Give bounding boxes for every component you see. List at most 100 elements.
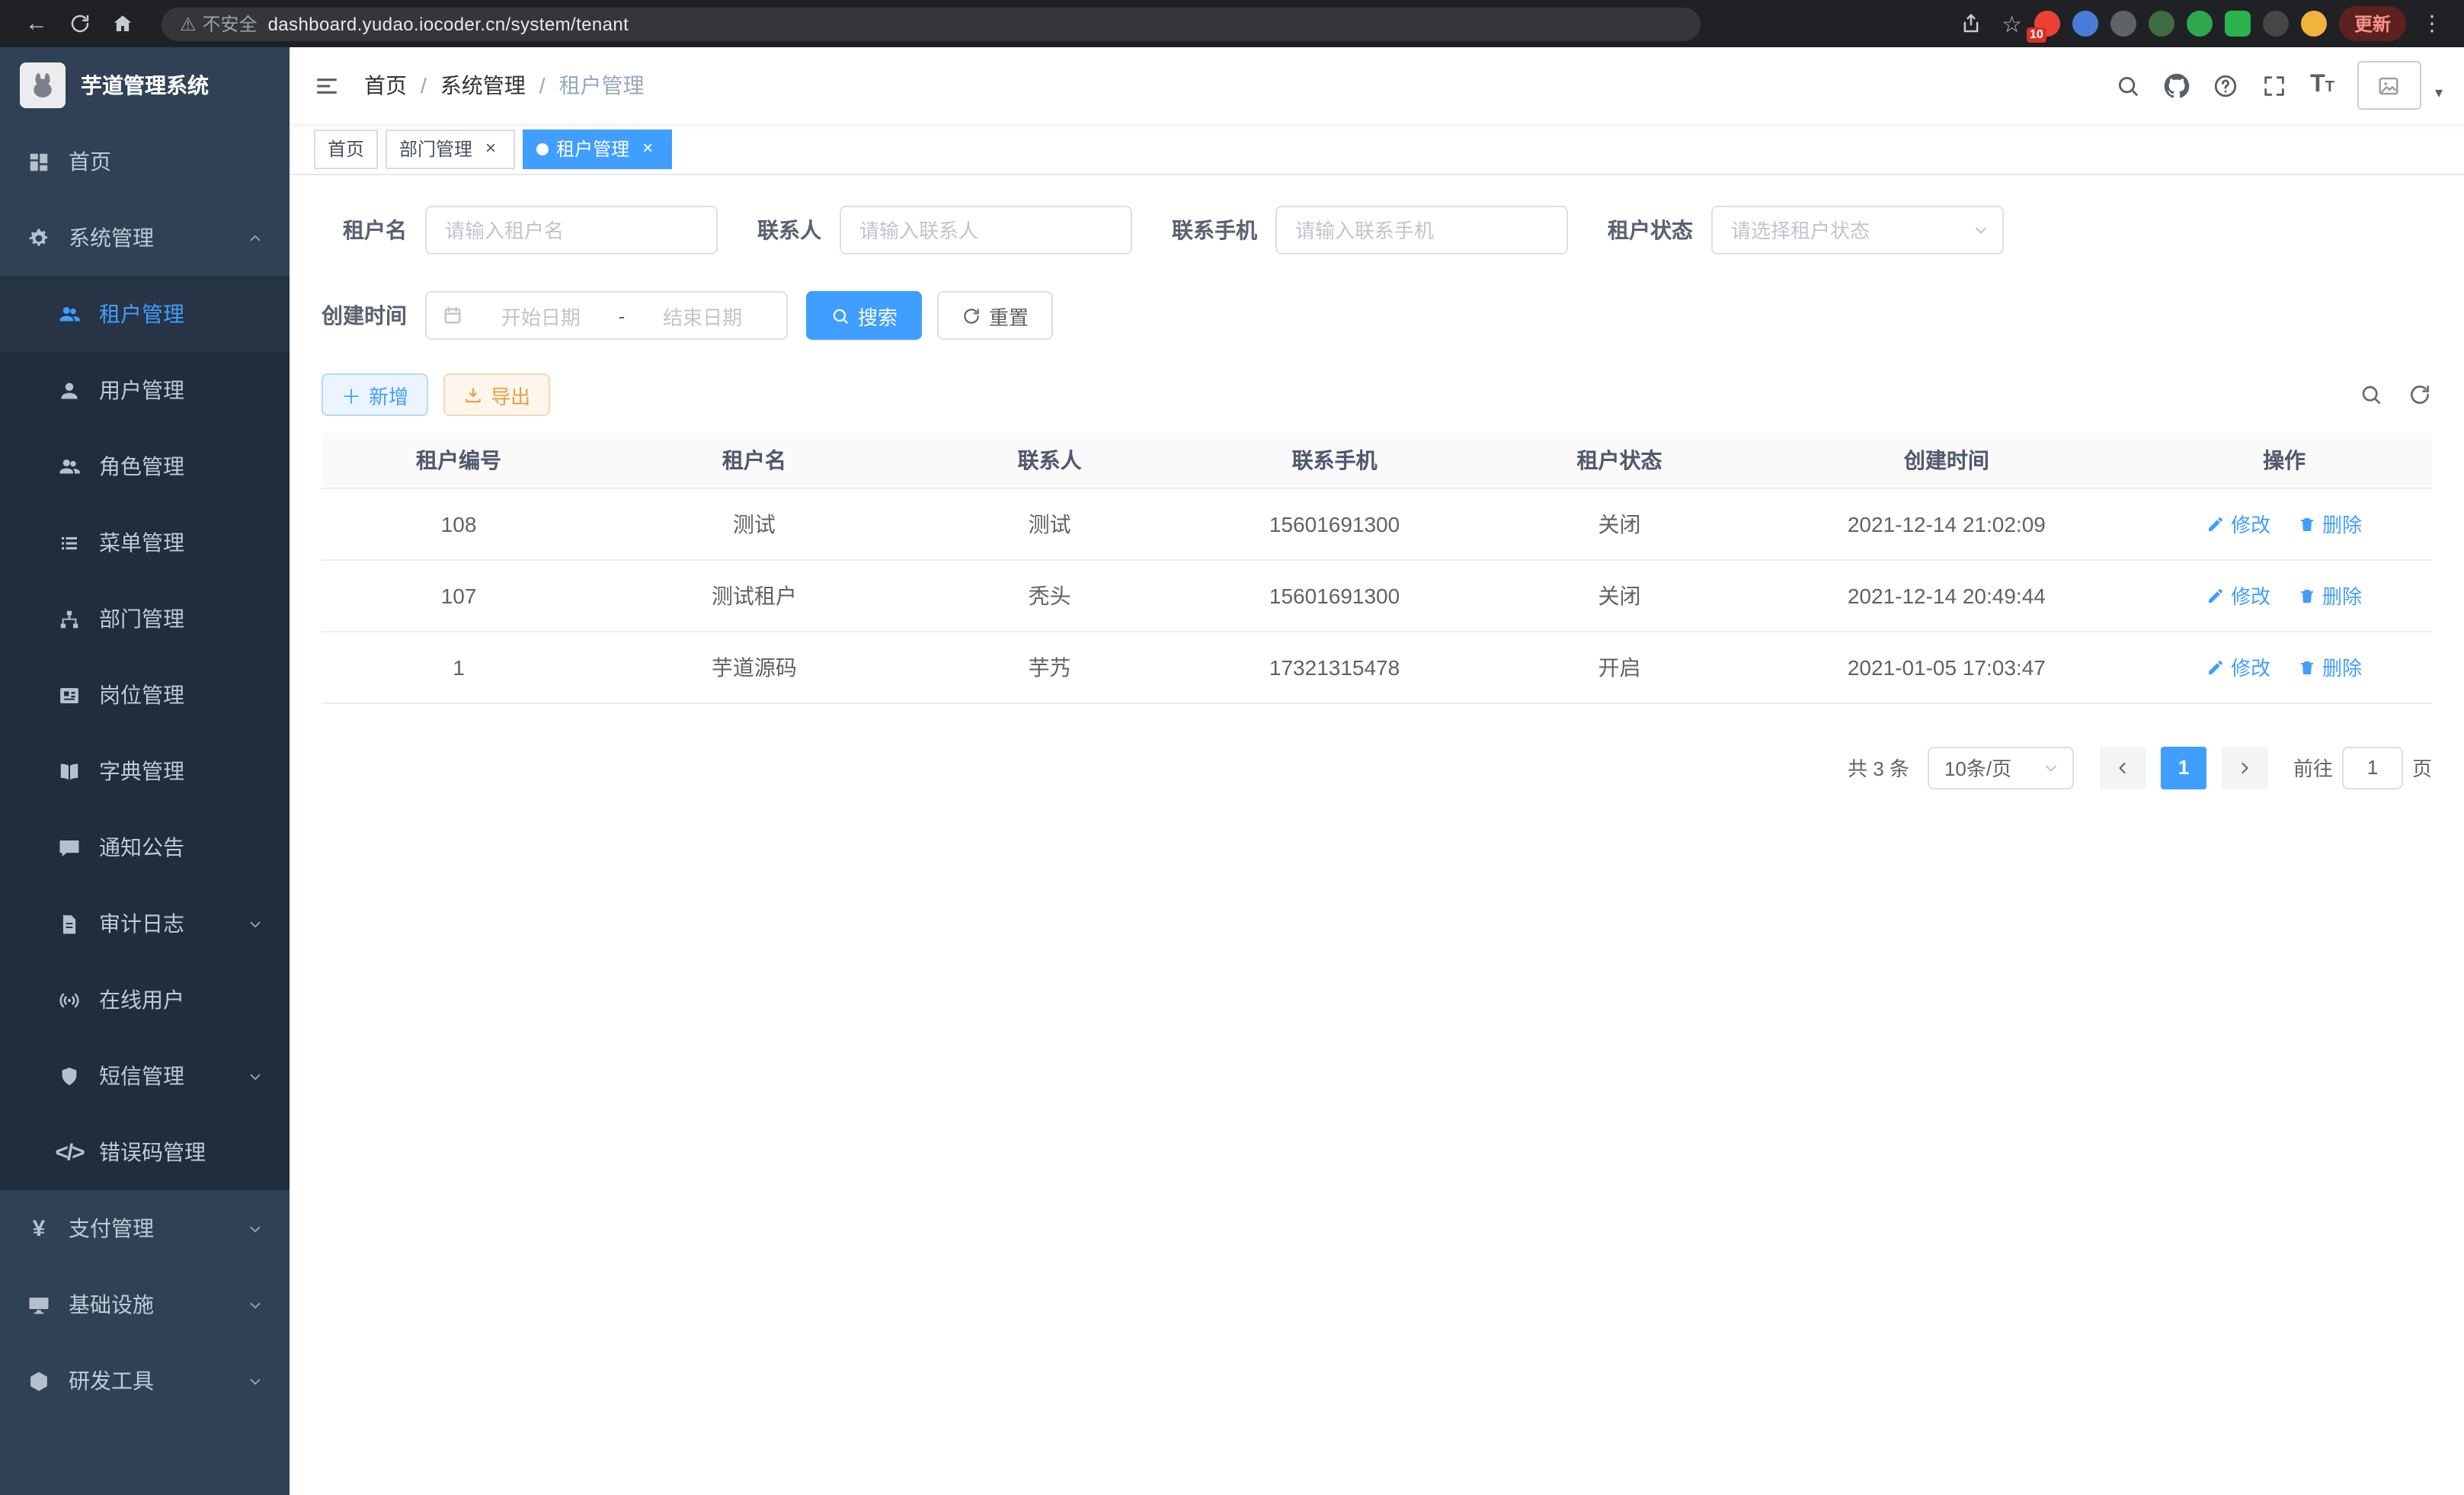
- fullscreen-icon[interactable]: [2261, 72, 2287, 98]
- page-content: 租户名 联系人 联系手机 租户状态: [290, 175, 2464, 1495]
- sidebar-item-audit-log[interactable]: 审计日志: [0, 885, 290, 962]
- search-icon[interactable]: [2115, 72, 2141, 98]
- extension-icon-5[interactable]: [2187, 11, 2213, 37]
- infra-monitor-icon: [26, 1293, 52, 1316]
- sidebar-item-menu[interactable]: 菜单管理: [0, 504, 290, 581]
- close-icon[interactable]: ×: [637, 138, 658, 159]
- user-avatar[interactable]: [2357, 61, 2421, 110]
- extension-icon-4[interactable]: [2149, 11, 2174, 37]
- delete-link[interactable]: 删除: [2298, 509, 2362, 538]
- sidebar-item-role[interactable]: 角色管理: [0, 428, 290, 504]
- tag-label: 部门管理: [399, 136, 472, 162]
- github-icon[interactable]: [2164, 72, 2190, 98]
- delete-label: 删除: [2322, 581, 2362, 610]
- address-bar[interactable]: ⚠不安全 dashboard.yudao.iocoder.cn/system/t…: [162, 7, 1701, 40]
- date-end-placeholder[interactable]: 结束日期: [634, 301, 771, 330]
- contact-label: 联系人: [757, 215, 840, 245]
- sidebar-item-infra[interactable]: 基础设施: [0, 1266, 290, 1343]
- sidebar-item-label: 错误码管理: [99, 1137, 206, 1167]
- close-icon[interactable]: ×: [480, 138, 501, 159]
- extension-icon-3[interactable]: [2110, 11, 2136, 37]
- sidebar-item-devtools[interactable]: 研发工具: [0, 1343, 290, 1419]
- sidebar-item-label: 用户管理: [99, 375, 184, 405]
- cell-contact: 芋艿: [913, 631, 1187, 703]
- share-icon[interactable]: [1953, 5, 1989, 42]
- toggle-search-icon[interactable]: [2359, 383, 2383, 407]
- sidebar-item-error-code[interactable]: </> 错误码管理: [0, 1114, 290, 1190]
- tenant-people-icon: [56, 303, 82, 325]
- col-status: 租户状态: [1482, 433, 1756, 488]
- chrome-update-button[interactable]: 更新: [2339, 6, 2406, 41]
- contact-input[interactable]: [840, 206, 1132, 255]
- breadcrumb-home[interactable]: 首页: [364, 70, 407, 101]
- table-row: 107 测试租户 秃头 15601691300 关闭 2021-12-14 20…: [322, 559, 2432, 631]
- sidebar-item-home[interactable]: 首页: [0, 123, 290, 200]
- date-range-picker[interactable]: 开始日期 - 结束日期: [425, 291, 788, 340]
- browser-reload-icon[interactable]: [61, 5, 98, 42]
- add-button[interactable]: ＋ 新增: [322, 373, 428, 416]
- sidebar-item-tenant[interactable]: 租户管理: [0, 276, 290, 352]
- hamburger-icon[interactable]: [290, 47, 364, 123]
- browser-menu-kebab-icon[interactable]: ⋮: [2418, 11, 2446, 37]
- status-label: 租户状态: [1608, 215, 1711, 245]
- date-start-placeholder[interactable]: 开始日期: [472, 301, 610, 330]
- delete-link[interactable]: 删除: [2298, 581, 2362, 610]
- browser-home-icon[interactable]: [104, 5, 140, 42]
- extension-icon-1[interactable]: 10: [2034, 11, 2060, 37]
- cell-status: 关闭: [1482, 488, 1756, 559]
- calendar-icon: [442, 305, 463, 326]
- sidebar-item-system[interactable]: 系统管理: [0, 200, 290, 276]
- tag-tenant-active[interactable]: 租户管理×: [523, 129, 672, 168]
- security-warning[interactable]: ⚠不安全: [180, 11, 258, 37]
- search-button[interactable]: 搜索: [806, 291, 922, 340]
- pagination: 共 3 条 10条/页 1 前往 页: [322, 746, 2432, 789]
- delete-link[interactable]: 删除: [2298, 652, 2362, 681]
- extension-icon-7[interactable]: [2263, 11, 2289, 37]
- sidebar-item-sms[interactable]: 短信管理: [0, 1038, 290, 1114]
- sidebar-submenu-system: 租户管理 用户管理 角色管理 菜单管理 部门管理: [0, 276, 290, 1190]
- font-size-icon[interactable]: TT: [2310, 73, 2334, 98]
- goto-page-input[interactable]: [2342, 746, 2403, 789]
- tag-dept[interactable]: 部门管理 ×: [386, 129, 515, 168]
- cell-mobile: 15601691300: [1187, 559, 1483, 631]
- search-icon: [830, 306, 850, 325]
- col-contact: 联系人: [913, 433, 1187, 488]
- next-page-button[interactable]: [2222, 746, 2267, 789]
- profile-avatar-icon[interactable]: [2301, 11, 2327, 37]
- status-select[interactable]: [1711, 206, 2004, 255]
- help-question-icon[interactable]: [2213, 72, 2238, 98]
- page-button-1[interactable]: 1: [2161, 746, 2206, 789]
- prev-page-button[interactable]: [2100, 746, 2146, 789]
- sidebar-item-dict[interactable]: 字典管理: [0, 733, 290, 809]
- edit-link[interactable]: 修改: [2206, 509, 2270, 538]
- browser-back-icon[interactable]: ←: [18, 5, 55, 42]
- caret-down-icon[interactable]: ▾: [2435, 85, 2443, 110]
- pencil-icon: [2206, 658, 2225, 676]
- tag-home[interactable]: 首页: [314, 129, 378, 168]
- sidebar-item-post[interactable]: 岗位管理: [0, 657, 290, 733]
- plus-icon: ＋: [341, 380, 361, 409]
- sidebar-item-user[interactable]: 用户管理: [0, 352, 290, 428]
- export-button[interactable]: 导出: [443, 373, 550, 416]
- app-logo[interactable]: 芋道管理系统: [0, 47, 290, 123]
- edit-link[interactable]: 修改: [2206, 652, 2270, 681]
- breadcrumb-system[interactable]: 系统管理: [440, 70, 526, 101]
- refresh-table-icon[interactable]: [2408, 383, 2432, 407]
- reset-button[interactable]: 重置: [937, 291, 1053, 340]
- extension-icon-2[interactable]: [2072, 11, 2098, 37]
- sidebar-item-notice[interactable]: 通知公告: [0, 809, 290, 885]
- col-created-at: 创建时间: [1757, 433, 2137, 488]
- edit-link[interactable]: 修改: [2206, 581, 2270, 610]
- sidebar-item-payment[interactable]: ¥ 支付管理: [0, 1190, 290, 1266]
- cell-created-at: 2021-12-14 20:49:44: [1757, 559, 2137, 631]
- sidebar-item-dept[interactable]: 部门管理: [0, 581, 290, 657]
- sidebar-item-label: 菜单管理: [99, 527, 184, 558]
- extension-icon-6[interactable]: [2225, 11, 2251, 37]
- mobile-input[interactable]: [1275, 206, 1568, 255]
- bookmark-star-icon[interactable]: ☆: [2002, 10, 2022, 37]
- status-select-input[interactable]: [1711, 206, 2004, 255]
- sidebar-item-online-users[interactable]: 在线用户: [0, 962, 290, 1038]
- tenant-name-input[interactable]: [425, 206, 718, 255]
- cell-actions: 修改 删除: [2136, 559, 2432, 631]
- page-size-select[interactable]: 10条/页: [1928, 746, 2074, 789]
